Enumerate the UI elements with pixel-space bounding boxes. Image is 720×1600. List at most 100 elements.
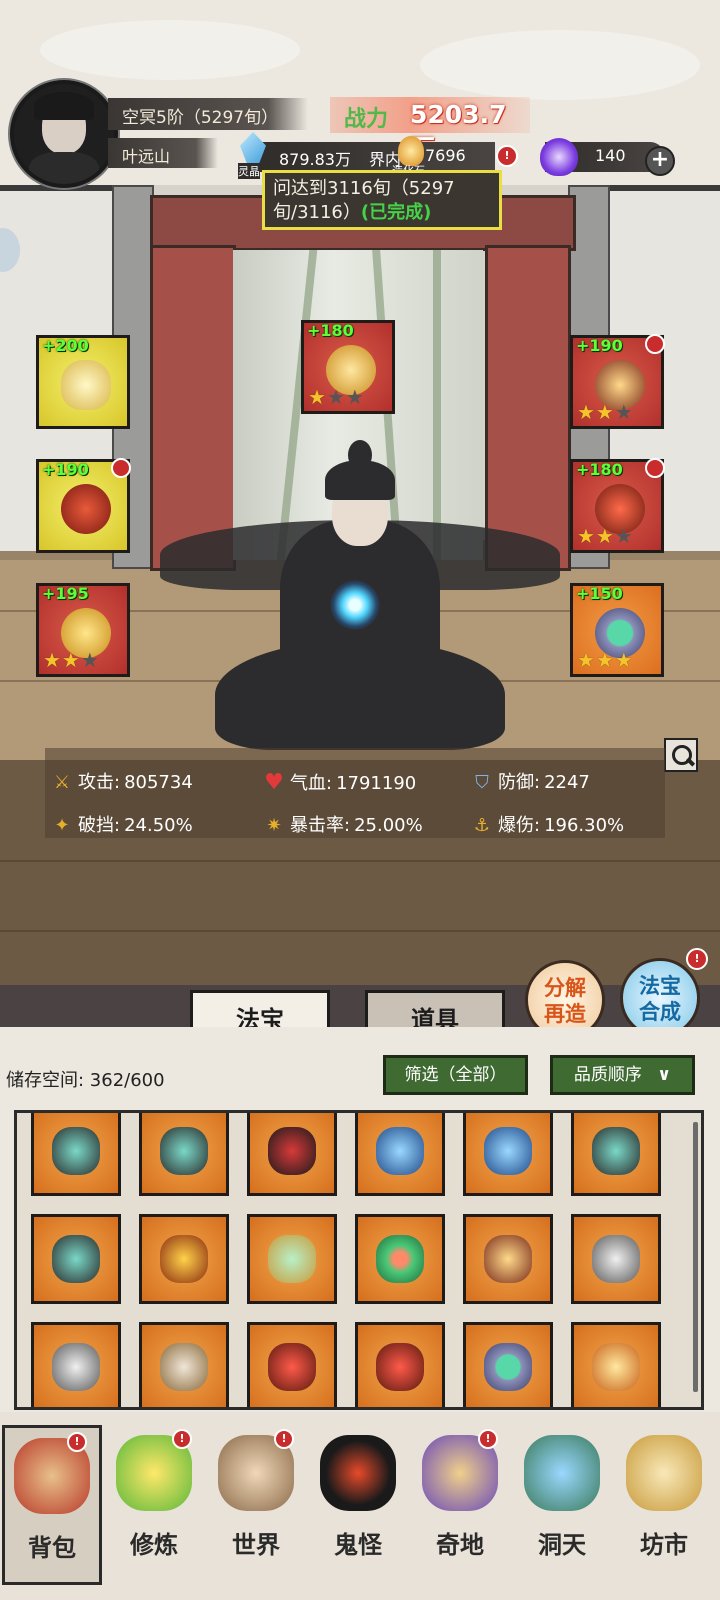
inventory-item[interactable] — [463, 1113, 553, 1196]
slot-bonus: +180 — [307, 321, 354, 340]
slot-bonus: +195 — [42, 584, 89, 603]
bracer-icon — [52, 1127, 100, 1175]
equip-slot-ring[interactable]: +150 ★★★ — [570, 583, 664, 677]
nav-label: 鬼怪 — [334, 1530, 382, 1559]
equip-slot-helm[interactable]: +195 ★★★ — [36, 583, 130, 677]
dark-helm-icon — [268, 1127, 316, 1175]
inventory-item[interactable] — [463, 1322, 553, 1407]
nav-label: 世界 — [232, 1530, 280, 1559]
cloud-decoration — [40, 20, 300, 80]
avatar[interactable] — [10, 80, 118, 188]
inventory-item[interactable] — [31, 1214, 121, 1304]
market-icon — [626, 1435, 702, 1511]
nav-item-lotus[interactable]: 修炼! — [104, 1425, 204, 1585]
equip-slot-amulet[interactable]: +180 ★★★ — [570, 458, 665, 553]
nav-label: 坊市 — [640, 1530, 688, 1559]
red-amulet-icon — [268, 1343, 316, 1391]
equip-slot-dragon[interactable]: +180 ★★★ — [301, 320, 395, 414]
golden-mask-icon — [160, 1235, 208, 1283]
inventory-item[interactable] — [247, 1113, 337, 1196]
quest-status: (已完成) — [360, 202, 432, 223]
equip-slot-mirror[interactable]: +200 — [36, 335, 130, 429]
inventory-item[interactable] — [139, 1214, 229, 1304]
stat-break: ✦ 破挡: 24.50% — [50, 806, 192, 846]
slot-bonus: +190 — [576, 336, 623, 355]
vine-wreath-icon — [376, 1235, 424, 1283]
nav-item-portal[interactable]: 洞天 — [512, 1425, 612, 1585]
demon-mask-icon — [61, 484, 111, 534]
slot-bonus: +180 — [576, 460, 623, 479]
star-rating: ★★★ — [577, 524, 634, 548]
nav-item-market[interactable]: 坊市 — [614, 1425, 714, 1585]
slot-bonus: +200 — [42, 336, 89, 355]
quest-tooltip[interactable]: 问达到3116旬（5297 旬/3116）(已完成) — [262, 170, 502, 230]
nav-label: 背包 — [28, 1533, 76, 1562]
realm-plate: 空冥5阶（5297旬） — [108, 98, 308, 130]
dragon-icon — [268, 1235, 316, 1283]
demon-egg-icon — [320, 1435, 396, 1511]
spirit-orb — [330, 580, 380, 630]
inventory-item[interactable] — [355, 1322, 445, 1407]
realm-text: 空冥5阶（5297旬） — [122, 108, 279, 128]
stat-critdmg: ⚓ 爆伤: 196.30% — [470, 806, 624, 846]
nav-label: 奇地 — [436, 1530, 484, 1559]
spirit-crystal-label: 灵晶 — [238, 163, 260, 179]
stat-crit: ✷ 暴击率: 25.00% — [262, 806, 422, 846]
resource-bar: 879.83万 界内 7696 — [255, 142, 495, 172]
inventory-item[interactable] — [571, 1113, 661, 1196]
shield-icon: ⛉ — [475, 772, 489, 793]
nav-label: 洞天 — [538, 1530, 586, 1559]
bracer-icon — [52, 1235, 100, 1283]
inventory-item[interactable] — [571, 1322, 661, 1407]
star-rating: ★★★ — [577, 648, 634, 672]
slot-bonus: +150 — [576, 584, 623, 603]
filter-button[interactable]: 筛选（全部） — [383, 1055, 528, 1095]
tab-bar — [0, 985, 720, 1027]
inventory-item[interactable] — [31, 1322, 121, 1407]
sort-dropdown[interactable]: 品质顺序 ∨ — [550, 1055, 695, 1095]
nav-item-scroll[interactable]: 世界! — [206, 1425, 306, 1585]
inventory-scrollbar[interactable] — [693, 1122, 698, 1392]
quest-line2: 旬/3116） — [273, 202, 361, 223]
alert-badge — [645, 334, 665, 354]
ore-value: 7696 — [425, 146, 466, 165]
sword-icon: ⚔ — [53, 772, 71, 793]
name-plate: 叶远山 — [108, 138, 218, 168]
pendant-icon — [160, 1343, 208, 1391]
equip-slot-mask[interactable]: +190 — [36, 458, 131, 553]
alert-badge: ! — [67, 1432, 87, 1452]
crit-icon: ✷ — [266, 815, 282, 836]
sort-label: 品质顺序 — [573, 1065, 642, 1085]
inventory-item[interactable] — [31, 1113, 121, 1196]
alert-badge: ! — [172, 1429, 192, 1449]
inventory-item[interactable] — [571, 1214, 661, 1304]
add-gem-button[interactable]: + — [645, 146, 675, 176]
bracer-icon — [592, 1127, 640, 1175]
inventory-item[interactable] — [139, 1113, 229, 1196]
portal-icon — [524, 1435, 600, 1511]
inventory-item[interactable] — [463, 1214, 553, 1304]
inventory-grid[interactable] — [14, 1110, 704, 1410]
inventory-item[interactable] — [355, 1113, 445, 1196]
purple-flame-icon — [540, 138, 578, 176]
zoom-button[interactable] — [664, 738, 698, 772]
crit-damage-icon: ⚓ — [473, 815, 491, 836]
star-rating: ★★★ — [43, 648, 100, 672]
inventory-item[interactable] — [247, 1322, 337, 1407]
gem-value: 140 — [595, 146, 626, 165]
nav-item-bag[interactable]: 背包! — [2, 1425, 102, 1585]
equip-slot-crown[interactable]: +190 ★★★ — [570, 334, 665, 429]
inventory-item[interactable] — [139, 1322, 229, 1407]
nav-item-pagoda[interactable]: 奇地! — [410, 1425, 510, 1585]
combine-button[interactable]: 法宝 合成 — [620, 958, 700, 1038]
combat-power: 战力 5203.7万 — [330, 97, 530, 163]
blue-gauntlet-icon — [484, 1127, 532, 1175]
jade-ring-icon — [484, 1343, 532, 1391]
inventory-item[interactable] — [247, 1214, 337, 1304]
alert-badge: ! — [478, 1429, 498, 1449]
heart-icon: ♥ — [264, 770, 284, 795]
nav-label: 修炼 — [130, 1530, 178, 1559]
nav-item-demon-egg[interactable]: 鬼怪 — [308, 1425, 408, 1585]
slot-bonus: +190 — [42, 460, 89, 479]
inventory-item[interactable] — [355, 1214, 445, 1304]
